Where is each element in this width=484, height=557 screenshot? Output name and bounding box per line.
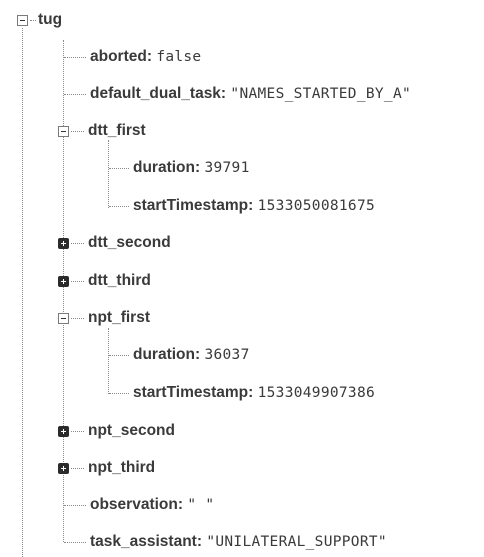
tree-node-npt-first-start-timestamp[interactable]: startTimestamp: 1533049907386 [133, 380, 375, 406]
node-key: npt_second [88, 422, 175, 439]
node-value: "UNILATERAL_SUPPORT" [206, 534, 387, 550]
tree-node-npt-first-duration[interactable]: duration: 36037 [133, 342, 250, 368]
tree-node-dtt-first[interactable]: dtt_first [88, 118, 146, 144]
json-tree-view: tug aborted: false default_dual_task: "N… [0, 0, 484, 557]
tree-node-dtt-first-duration[interactable]: duration: 39791 [133, 155, 250, 181]
tree-node-task-assistant[interactable]: task_assistant: "UNILATERAL_SUPPORT" [90, 529, 387, 555]
node-key: dtt_first [88, 122, 146, 139]
tree-connector [71, 281, 84, 282]
tree-node-tug[interactable]: tug [38, 7, 62, 33]
node-key: tug [38, 11, 63, 28]
tree-connector [64, 542, 86, 543]
tree-connector [109, 168, 129, 169]
collapse-toggle-dtt-first[interactable] [58, 126, 69, 137]
node-value: " " [187, 497, 215, 513]
node-key: aborted: [90, 48, 152, 65]
tree-node-observation[interactable]: observation: " " [90, 492, 214, 518]
tree-connector [109, 393, 129, 394]
node-value: "NAMES_STARTED_BY_A" [230, 86, 412, 102]
tree-connector [64, 57, 86, 58]
tree-node-npt-first[interactable]: npt_first [88, 305, 150, 331]
tree-node-npt-third[interactable]: npt_third [88, 455, 155, 481]
node-key: npt_third [88, 459, 156, 476]
expand-toggle-dtt-third[interactable] [58, 276, 69, 287]
tree-connector [30, 20, 36, 21]
tree-connector [71, 468, 84, 469]
tree-connector [108, 140, 109, 208]
tree-node-npt-second[interactable]: npt_second [88, 418, 175, 444]
tree-node-dtt-third[interactable]: dtt_third [88, 268, 151, 294]
node-value: 36037 [204, 347, 250, 363]
node-key: default_dual_task: [90, 85, 227, 102]
tree-node-dtt-second[interactable]: dtt_second [88, 230, 171, 256]
node-key: duration: [133, 346, 201, 363]
tree-connector [64, 94, 86, 95]
tree-connector [71, 431, 84, 432]
node-value: false [156, 49, 202, 65]
tree-connector [71, 318, 84, 319]
collapse-toggle-npt-first[interactable] [58, 313, 69, 324]
tree-connector [71, 243, 84, 244]
tree-node-dtt-first-start-timestamp[interactable]: startTimestamp: 1533050081675 [133, 193, 375, 219]
node-key: dtt_third [88, 272, 151, 289]
node-key: npt_first [88, 309, 150, 326]
tree-connector [22, 28, 23, 557]
expand-toggle-npt-second[interactable] [58, 426, 69, 437]
node-key: observation: [90, 496, 184, 513]
tree-connector [64, 505, 86, 506]
node-value: 39791 [204, 160, 250, 176]
node-key: startTimestamp: [133, 197, 254, 214]
tree-connector [109, 355, 129, 356]
node-key: startTimestamp: [133, 384, 254, 401]
tree-connector [108, 328, 109, 394]
tree-connector [71, 131, 84, 132]
tree-connector [109, 206, 129, 207]
node-key: dtt_second [88, 234, 171, 251]
node-value: 1533049907386 [257, 385, 376, 401]
node-key: task_assistant: [90, 533, 203, 550]
tree-node-default-dual-task[interactable]: default_dual_task: "NAMES_STARTED_BY_A" [90, 81, 411, 107]
expand-toggle-dtt-second[interactable] [58, 238, 69, 249]
tree-node-aborted[interactable]: aborted: false [90, 44, 201, 70]
collapse-toggle-tug[interactable] [17, 15, 28, 26]
node-key: duration: [133, 159, 201, 176]
node-value: 1533050081675 [257, 198, 376, 214]
expand-toggle-npt-third[interactable] [58, 463, 69, 474]
